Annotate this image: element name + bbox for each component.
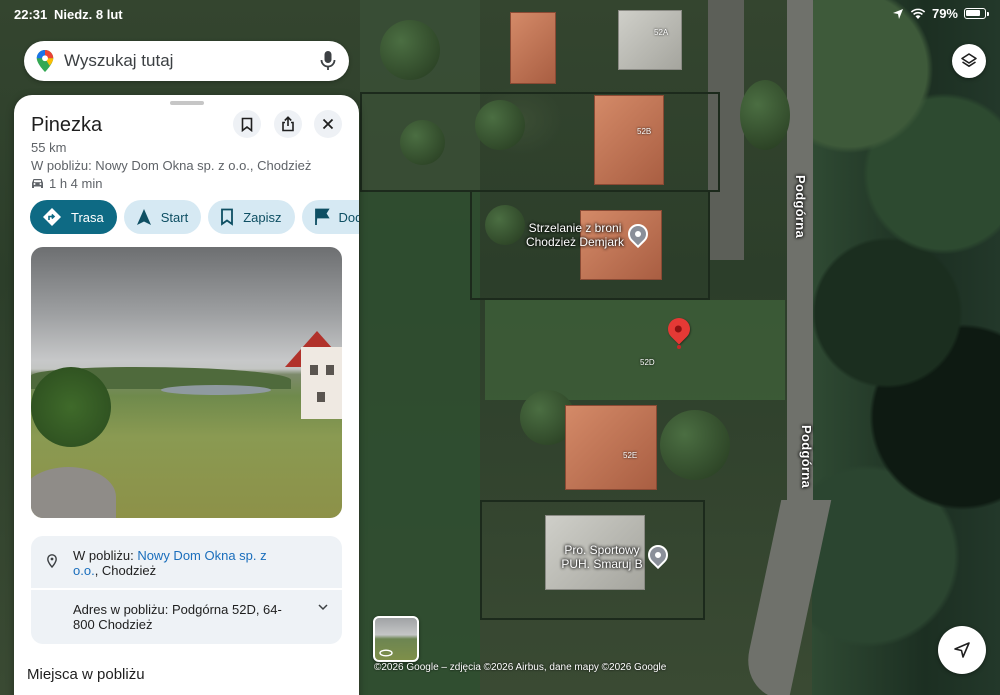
street-label: Podgórna bbox=[799, 425, 814, 489]
map-tree bbox=[380, 20, 440, 80]
house-number: 52E bbox=[623, 451, 638, 460]
poi-label[interactable]: Strzelanie z broni Chodzież Demjark bbox=[520, 221, 630, 249]
car-icon bbox=[32, 179, 43, 188]
wifi-icon bbox=[910, 8, 926, 19]
save-button[interactable] bbox=[233, 110, 261, 138]
flag-icon bbox=[314, 208, 330, 225]
street-view-rotate-icon bbox=[379, 649, 393, 657]
add-label: Dodaj bbox=[338, 209, 359, 225]
map-tree bbox=[400, 120, 445, 165]
map-tree bbox=[485, 205, 525, 245]
nearby-places-heading: Miejsca w pobliżu bbox=[27, 666, 145, 683]
drive-time: 1 h 4 min bbox=[31, 176, 102, 191]
place-panel[interactable]: Pinezka 55 km W pobliżu: Nowy Dom Okna s… bbox=[14, 95, 359, 695]
add-label-button[interactable]: Dodaj bbox=[301, 200, 359, 234]
search-bar[interactable]: Wyszukaj tutaj bbox=[24, 41, 349, 81]
map-attribution: ©2026 Google – zdjęcia ©2026 Airbus, dan… bbox=[374, 662, 667, 673]
photo-lake bbox=[161, 385, 271, 395]
directions-button[interactable]: Trasa bbox=[30, 200, 117, 234]
street-view-thumbnail[interactable] bbox=[373, 616, 419, 662]
map-building bbox=[565, 405, 657, 490]
map-building bbox=[594, 95, 664, 185]
directions-label: Trasa bbox=[71, 209, 104, 225]
close-icon bbox=[322, 118, 334, 130]
address-text: Adres w pobliżu: Podgórna 52D, 64-800 Ch… bbox=[73, 602, 282, 632]
pin-anchor bbox=[677, 345, 681, 349]
search-input[interactable]: Wyszukaj tutaj bbox=[64, 51, 319, 71]
location-pin-icon bbox=[47, 554, 57, 568]
house-number: 52B bbox=[637, 127, 652, 136]
map-tree bbox=[740, 80, 790, 150]
map-tree bbox=[660, 410, 730, 480]
house-number: 52D bbox=[640, 358, 655, 367]
bookmark-icon bbox=[221, 208, 234, 226]
layers-icon bbox=[961, 53, 977, 67]
photo-gravel bbox=[31, 467, 116, 518]
layers-button[interactable] bbox=[952, 44, 986, 78]
close-button[interactable] bbox=[314, 110, 342, 138]
my-location-button[interactable] bbox=[938, 626, 986, 674]
start-button[interactable]: Start bbox=[123, 200, 202, 234]
nearby-info-row[interactable]: W pobliżu: Nowy Dom Okna sp. z o.o., Cho… bbox=[31, 536, 342, 588]
bookmark-icon bbox=[241, 117, 253, 132]
photo-window bbox=[310, 365, 318, 375]
panel-drag-handle[interactable] bbox=[170, 101, 204, 105]
navigation-arrow-icon bbox=[954, 642, 970, 658]
place-distance: 55 km bbox=[31, 140, 67, 155]
start-label: Start bbox=[160, 209, 189, 225]
street-label: Podgórna bbox=[793, 175, 808, 239]
microphone-icon[interactable] bbox=[319, 50, 337, 72]
status-bar: 22:31 Niedz. 8 lut 79% bbox=[0, 0, 1000, 28]
share-icon bbox=[282, 116, 294, 132]
nearby-suffix: , Chodzież bbox=[94, 563, 157, 578]
map-forest bbox=[812, 0, 1000, 695]
photo-bush bbox=[31, 367, 111, 447]
drive-time-text: 1 h 4 min bbox=[49, 176, 103, 191]
navigation-arrow-icon bbox=[136, 209, 151, 225]
place-title: Pinezka bbox=[31, 114, 103, 136]
address-row[interactable]: Adres w pobliżu: Podgórna 52D, 64-800 Ch… bbox=[31, 590, 342, 644]
street-view-photo[interactable] bbox=[31, 247, 342, 518]
chevron-down-icon[interactable] bbox=[318, 604, 328, 611]
action-chips: Trasa Start Zapisz Dodaj bbox=[30, 200, 359, 234]
maps-logo-icon bbox=[36, 50, 54, 72]
photo-window bbox=[326, 365, 334, 375]
poi-label[interactable]: Pro. Sportowy PUH. Smaruj B bbox=[556, 543, 648, 571]
status-date: Niedz. 8 lut bbox=[54, 7, 123, 22]
map-tree bbox=[475, 100, 525, 150]
house-number: 52A bbox=[654, 28, 669, 37]
place-nearby: W pobliżu: Nowy Dom Okna sp. z o.o., Cho… bbox=[31, 158, 312, 173]
directions-icon bbox=[43, 208, 61, 226]
battery-percent: 79% bbox=[931, 6, 958, 21]
battery-icon bbox=[964, 8, 989, 19]
map-field bbox=[485, 300, 785, 400]
photo-window bbox=[317, 392, 325, 402]
nearby-prefix: W pobliżu: bbox=[73, 548, 138, 563]
photo-house bbox=[301, 347, 342, 419]
save-label: Zapisz bbox=[243, 209, 282, 225]
nearby-info-text: W pobliżu: Nowy Dom Okna sp. z o.o., Cho… bbox=[73, 548, 273, 578]
share-button[interactable] bbox=[274, 110, 302, 138]
save-chip-button[interactable]: Zapisz bbox=[208, 200, 295, 234]
status-time: 22:31 bbox=[14, 7, 48, 22]
location-arrow-icon bbox=[892, 8, 903, 19]
